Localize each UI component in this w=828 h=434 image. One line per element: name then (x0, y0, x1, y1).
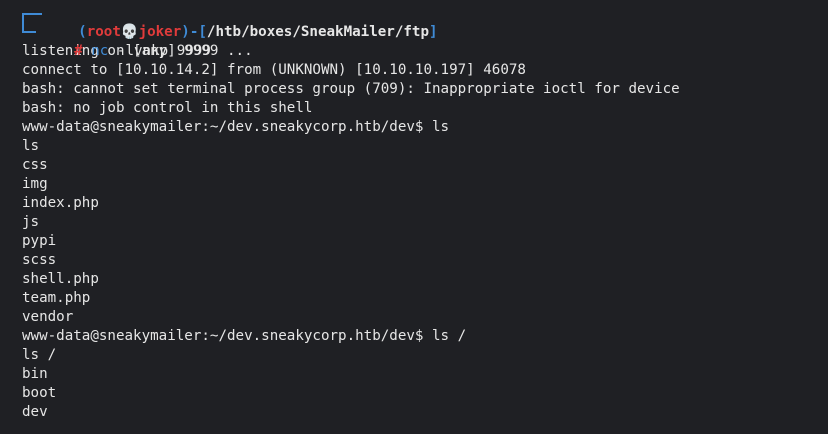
output-line: team.php (22, 290, 91, 306)
output-line: ls / (22, 347, 57, 363)
prompt-corner-bottom (22, 23, 36, 33)
background-watermark (2, 8, 12, 43)
output-line: bash: no job control in this shell (22, 100, 313, 116)
output-line: css (22, 157, 48, 173)
prompt-hash: # (74, 43, 83, 59)
shell-prompt-line: www-data@sneakymailer:~/dev.sneakycorp.h… (22, 328, 467, 344)
output-line: boot (22, 385, 57, 401)
output-line: dev (22, 404, 48, 420)
output-line: shell.php (22, 271, 99, 287)
terminal-output[interactable]: (root💀joker)-[/htb/boxes/SneakMailer/ftp… (22, 4, 828, 422)
prompt-header: (root💀joker)-[/htb/boxes/SneakMailer/ftp… (22, 4, 828, 40)
prompt-corner-top (22, 13, 42, 23)
output-line: connect to [10.10.14.2] from (UNKNOWN) [… (22, 62, 526, 78)
output-line: scss (22, 252, 57, 268)
output-line: ls (22, 138, 40, 154)
output-line: index.php (22, 195, 99, 211)
shell-prompt-line: www-data@sneakymailer:~/dev.sneakycorp.h… (22, 119, 450, 135)
command-args: -lvnkp 9999 (116, 43, 211, 59)
command-name: nc (91, 43, 109, 59)
output-line: vendor (22, 309, 74, 325)
prompt-command-line: # nc -lvnkp 9999 (22, 23, 828, 59)
output-line: img (22, 176, 48, 192)
output-line: js (22, 214, 40, 230)
output-line: pypi (22, 233, 57, 249)
output-line: bin (22, 366, 48, 382)
output-line: bash: cannot set terminal process group … (22, 81, 680, 97)
